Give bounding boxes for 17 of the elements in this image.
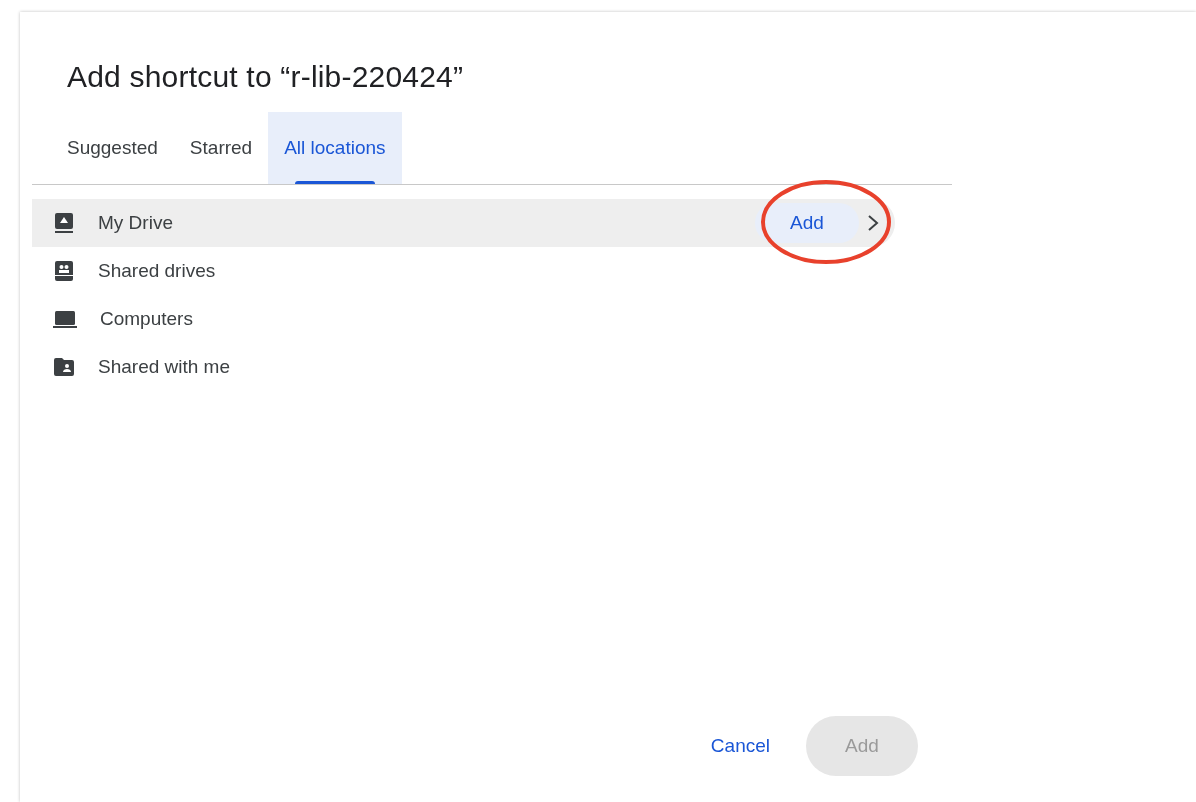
drive-icon <box>52 211 76 235</box>
tab[interactable]: All locations <box>268 112 402 184</box>
location-label: My Drive <box>98 212 174 234</box>
location-row[interactable]: Shared drives <box>32 247 895 295</box>
add-button[interactable]: Add <box>755 203 859 243</box>
shared-drive-icon <box>52 259 76 283</box>
location-row[interactable]: Shared with me <box>32 343 895 391</box>
dialog-title: Add shortcut to “r-lib-220424” <box>67 60 465 94</box>
location-row[interactable]: Computers <box>32 295 895 343</box>
location-label: Shared with me <box>98 356 231 378</box>
location-row[interactable]: My Drive Add <box>32 199 895 247</box>
location-label: Shared drives <box>98 260 217 282</box>
shared-folder-icon <box>52 355 76 379</box>
tab[interactable]: Starred <box>173 112 269 184</box>
tab[interactable]: Suggested <box>51 112 174 184</box>
cancel-button[interactable]: Cancel <box>704 734 776 758</box>
location-label: Computers <box>100 308 194 330</box>
